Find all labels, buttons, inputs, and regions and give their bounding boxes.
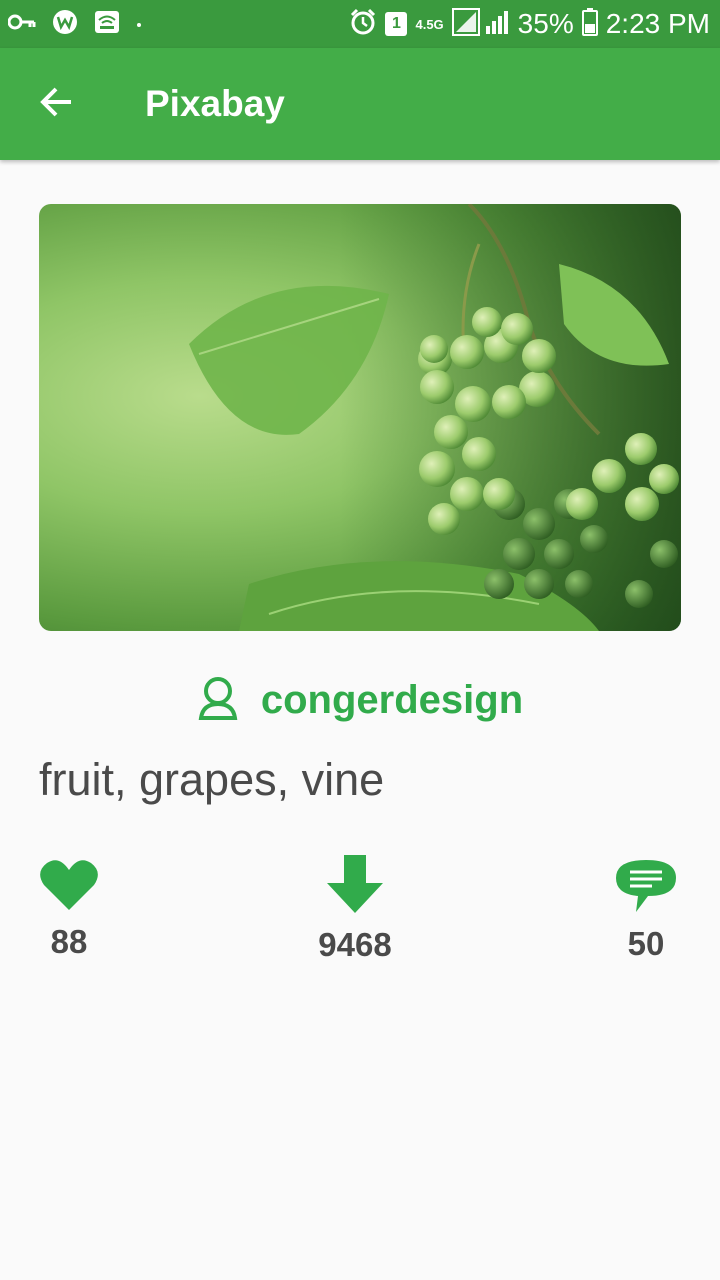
downloads-stat[interactable]: 9468	[295, 855, 415, 964]
wifi-calling-icon	[94, 10, 120, 39]
likes-count: 88	[50, 923, 88, 960]
image-tags: fruit, grapes, vine	[39, 754, 385, 805]
vpn-icon	[52, 9, 78, 40]
alarm-icon	[349, 8, 377, 41]
page-title: Pixabay	[145, 83, 285, 124]
author-row[interactable]: congerdesign	[0, 670, 720, 730]
key-icon	[7, 12, 36, 37]
network-type-label: 4.5G	[415, 16, 444, 32]
battery-percent: 35%	[517, 8, 574, 39]
sim-icon: 1	[385, 12, 408, 36]
app-bar: Pixabay	[0, 48, 720, 160]
clock: 2:23 PM	[605, 8, 710, 39]
comments-stat[interactable]: 50	[586, 858, 706, 963]
comment-icon	[614, 858, 678, 919]
comments-count: 50	[627, 925, 665, 962]
status-bar: 1 4.5G 35% 2:23 PM	[0, 0, 720, 48]
likes-stat[interactable]: 88	[9, 858, 129, 961]
arrow-back-icon	[39, 85, 73, 124]
user-icon	[197, 676, 239, 725]
back-button[interactable]	[30, 78, 82, 130]
heart-icon	[39, 858, 99, 917]
author-name[interactable]: congerdesign	[261, 678, 523, 723]
battery-icon	[581, 7, 598, 41]
downloads-count: 9468	[318, 926, 392, 963]
grapes-photo	[39, 204, 681, 631]
dot-icon	[136, 15, 142, 33]
signal-icon	[451, 7, 510, 41]
download-arrow-icon	[325, 855, 385, 920]
